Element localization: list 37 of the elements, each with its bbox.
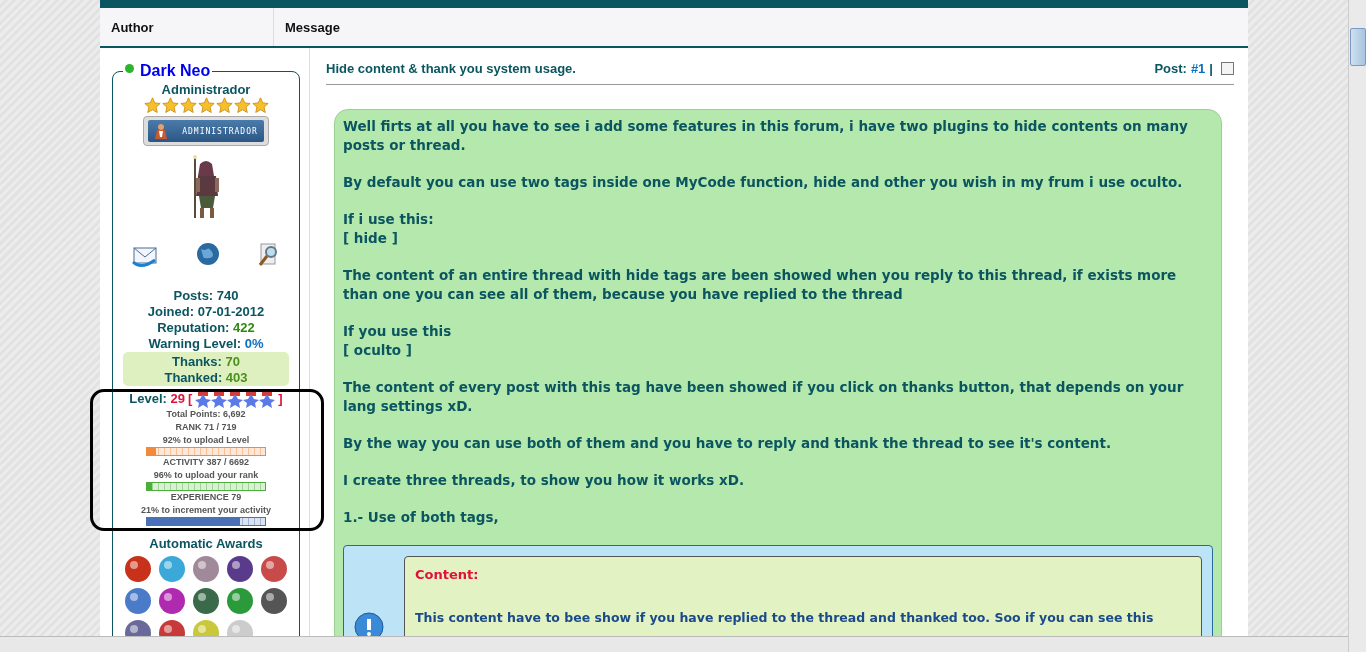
level-bracket: ] [278,391,283,407]
user-title: Administrador [161,82,251,97]
level-bracket: [ [188,391,193,407]
level-info: 21% to increment your activity [140,504,271,517]
level-info: EXPERIENCE 79 [170,491,242,504]
username-link[interactable]: Dark Neo [140,62,211,80]
post-label: Post: [1154,61,1187,76]
level-info: ACTIVITY 387 / 6692 [163,456,249,469]
column-header: Message [284,18,341,37]
post-paragraph: If you use this [ oculto ] [343,322,453,360]
thanks-stat: Thanked: 403 [164,370,248,386]
user-stat: Warning Level: 0% [148,336,264,352]
post-paragraph: 1.- Use of both tags, [343,508,500,527]
role-badge: ADMINISTRADOR [143,116,269,146]
column-header: Author [100,8,274,46]
post-paragraph: Well firts at all you have to see i add some features in this forum, i have two plugins to hide contents on many posts or thread. [343,117,1189,155]
post-paragraph: The content of an entire thread with hide tags are been showed when you reply to this thread, if exists more than one you can see all of them, because you have replied to the thread [343,266,1178,304]
level-info: RANK 71 / 719 [175,421,237,434]
user-stat: Joined: 07-01-2012 [147,304,265,320]
post-subject: Hide content & thank you system usage. [326,61,576,76]
level-info: 92% to upload Level [162,434,250,447]
level-info: 96% to upload your rank [153,469,259,482]
post-paragraph: I create three threads, to show you how it works xD. [343,471,746,490]
hidden-content-text: This content have to bee show if you have replied to the thread and thanked too. Soo if you can see this [415,610,1155,625]
post-paragraph: If i use this: [ hide ] [343,210,435,248]
content-label: Content: [415,567,480,582]
awards-title: Automatic Awards [149,536,263,552]
thanks-stat: Thanks: 70 [172,354,240,370]
level-label: Level: 29 [129,391,185,407]
user-stat: Reputation: 422 [157,320,255,336]
post-paragraph: By default you can use two tags inside one MyCode function, hide and other you wish in my frum i use oculto. [343,173,1184,192]
post-number-link[interactable]: #1 [1190,61,1206,76]
user-stat: Posts: 740 [173,288,239,304]
separator-text: | [1209,61,1213,76]
level-info: Total Points: 6,692 [166,408,246,421]
post-paragraph: The content of every post with this tag have been showed if you click on thanks button, that depends on your lang settings xD. [343,378,1185,416]
post-paragraph: By the way you can use both of them and you have to reply and thank the thread to see it's content. [343,434,1113,453]
